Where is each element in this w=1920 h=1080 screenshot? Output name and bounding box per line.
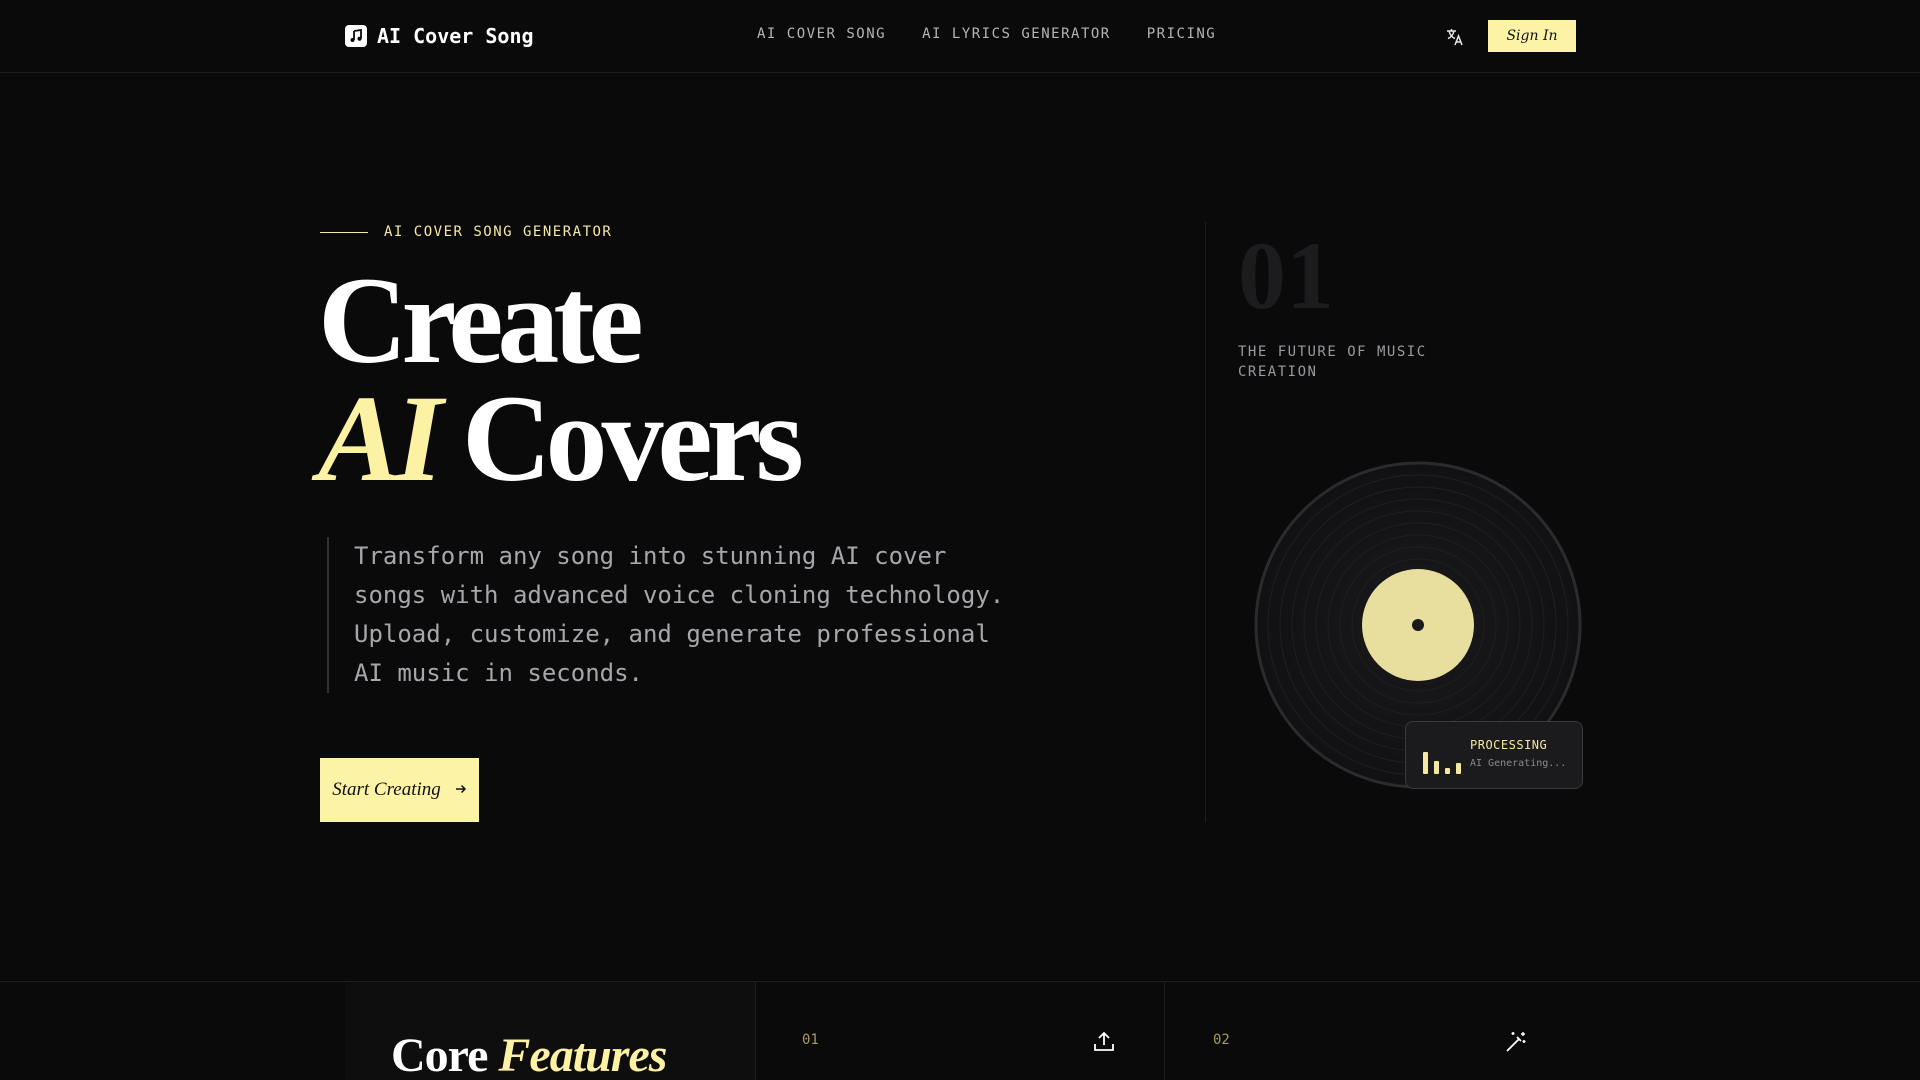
processing-subtitle: AI Generating... [1470,758,1567,769]
nav-pricing[interactable]: PRICING [1147,26,1217,42]
features-title-accent: Features [498,1029,667,1080]
logo[interactable]: AI Cover Song [345,24,534,48]
sign-in-button[interactable]: Sign In [1488,20,1576,52]
hero-title-line1: Create [318,252,644,389]
nav-ai-lyrics-generator[interactable]: AI LYRICS GENERATOR [922,26,1111,42]
hero-title-line2: Covers [461,370,804,507]
top-header: AI Cover Song AI COVER SONG AI LYRICS GE… [0,0,1920,73]
hero-title-accent: AI [318,370,443,507]
start-creating-button[interactable]: Start Creating [320,758,479,822]
feature-number-1: 01 [802,1032,819,1048]
eyebrow-line [320,231,368,233]
nav-ai-cover-song[interactable]: AI COVER SONG [757,26,886,42]
features-section: Core Features 01 02 [0,981,1920,1080]
start-creating-label: Start Creating [332,779,441,800]
upload-icon [1092,1030,1116,1054]
processing-card: PROCESSING AI Generating... [1405,721,1583,789]
step-number: 01 [1238,222,1334,329]
future-caption: THE FUTURE OF MUSIC CREATION [1238,344,1427,380]
hero-eyebrow: AI COVER SONG GENERATOR [320,224,612,240]
processing-title: PROCESSING [1470,738,1548,752]
features-title-plain: Core [391,1029,488,1080]
hero-title: Create AI Covers [318,259,804,501]
music-note-icon [345,25,367,47]
feature-divider [1164,982,1165,1080]
translate-icon[interactable] [1444,26,1466,48]
equalizer-icon [1423,748,1463,774]
magic-wand-icon [1504,1030,1528,1054]
feature-divider [755,982,756,1080]
eyebrow-text: AI COVER SONG GENERATOR [384,224,613,240]
logo-text: AI Cover Song [377,24,534,48]
divider-vertical [1205,222,1206,822]
main-nav: AI COVER SONG AI LYRICS GENERATOR PRICIN… [757,26,1216,42]
feature-number-2: 02 [1213,1032,1230,1048]
arrow-right-icon [455,779,467,801]
hero-description: Transform any song into stunning AI cove… [327,537,1007,693]
features-title: Core Features [391,1028,667,1080]
